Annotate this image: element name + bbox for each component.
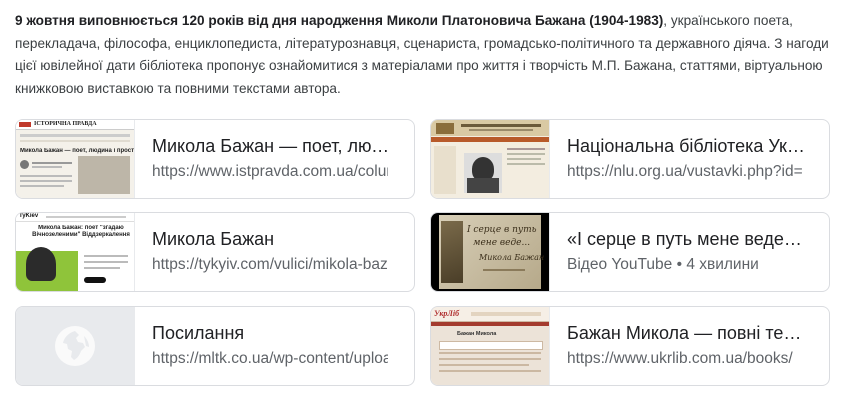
thumb-headline: Микола Бажан — поет, людина і простір [20, 148, 135, 154]
thumb-name: Бажан Микола [457, 331, 497, 337]
link-card-istpravda[interactable]: ІСТОРИЧНА ПРАВДА Микола Бажан — поет, лю… [15, 119, 415, 199]
card-meta: Відео YouTube • 4 хвилини [567, 256, 759, 273]
link-card-tykyiv[interactable]: TyKiev Микола Бажан: поет "згадаю Вічноз… [15, 212, 415, 292]
card-title: Микола Бажан [152, 229, 275, 249]
thumbnail-youtube-video: І серце в путь мене веде... Микола Бажан [431, 213, 550, 291]
card-url: https://nlu.org.ua/vustavki.php?id= [567, 163, 803, 180]
card-url: https://www.istpravda.com.ua/columns/ [152, 163, 388, 180]
card-title: «І серце в путь мене веде...» [567, 229, 805, 249]
thumb-headline: Микола Бажан: поет "згадаю Вічнозеленими… [32, 225, 130, 238]
intro-paragraph: 9 жовтня виповнюється 120 років від дня … [15, 10, 835, 100]
link-card-youtube[interactable]: І серце в путь мене веде... Микола Бажан… [430, 212, 830, 292]
link-card-ukrlib[interactable]: УкрЛіб Бажан Микола Бажан Микола — повні… [430, 306, 830, 386]
card-title: Національна бібліотека України для дітей [567, 136, 805, 156]
thumb-text-line1: І серце в путь [467, 225, 537, 235]
thumbnail-ukrlib: УкрЛіб Бажан Микола [431, 307, 550, 385]
card-url: https://tykyiv.com/vulici/mikola-bazhan [152, 256, 388, 273]
thumbnail-tykyiv: TyKiev Микола Бажан: поет "згадаю Вічноз… [16, 213, 135, 291]
globe-icon [55, 326, 95, 366]
card-title: Бажан Микола — повні тексти творів [567, 323, 805, 343]
intro-bold: 9 жовтня виповнюється 120 років від дня … [15, 13, 664, 28]
card-title: Посилання [152, 323, 245, 343]
thumb-logo: TyKiev [19, 213, 39, 219]
thumbnail-istpravda: ІСТОРИЧНА ПРАВДА Микола Бажан — поет, лю… [16, 120, 135, 198]
card-url: https://www.ukrlib.com.ua/books/ [567, 350, 793, 367]
thumb-name: Микола Бажан [479, 253, 545, 262]
card-url: https://mltk.co.ua/wp-content/uploads [152, 350, 388, 367]
thumb-header-text: ІСТОРИЧНА ПРАВДА [34, 121, 97, 127]
link-card-mltk[interactable]: Посилання https://mltk.co.ua/wp-content/… [15, 306, 415, 386]
link-card-nlu[interactable]: Національна бібліотека України для дітей… [430, 119, 830, 199]
thumbnail-nlu [431, 120, 550, 198]
card-title: Микола Бажан — поет, людина і простір [152, 136, 390, 156]
thumbnail-placeholder [16, 307, 135, 385]
thumb-text-line2: мене веде... [473, 238, 531, 248]
thumb-logo: УкрЛіб [434, 309, 460, 318]
